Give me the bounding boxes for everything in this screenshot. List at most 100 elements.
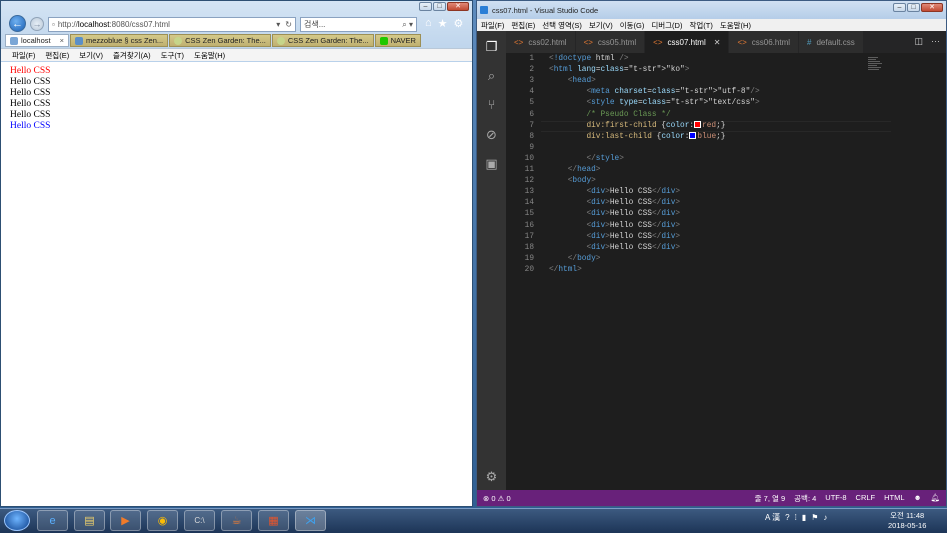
smiley-feedback-icon[interactable]: ☻ bbox=[914, 493, 922, 504]
start-button[interactable] bbox=[4, 510, 30, 531]
close-tab-icon[interactable]: ✕ bbox=[714, 38, 721, 47]
search-icon[interactable]: ⌕ ▾ bbox=[402, 20, 416, 30]
media-player-icon[interactable]: ▶ bbox=[110, 510, 141, 531]
favorites-star-icon[interactable]: ★ bbox=[438, 17, 448, 30]
tab-default-css[interactable]: # default.css bbox=[799, 31, 864, 53]
menu-help[interactable]: 도움말(H) bbox=[720, 20, 751, 31]
menu-favorites[interactable]: 즐겨찾기(A) bbox=[113, 50, 151, 61]
tray-expand-icon[interactable]: ⁞ bbox=[795, 513, 797, 522]
code-line[interactable]: <!doctype html /> bbox=[549, 54, 629, 65]
line-number: 1 bbox=[529, 55, 534, 63]
tab-css06[interactable]: <> css06.html bbox=[729, 31, 800, 53]
code-line[interactable]: </head> bbox=[549, 165, 601, 176]
close-button[interactable]: ✕ bbox=[921, 3, 943, 12]
address-bar[interactable]: ▫ http://localhost:8080/css07.html ▾ ↻ bbox=[48, 17, 296, 32]
problems-indicator[interactable]: ⊗ 0 ⚠ 0 bbox=[483, 494, 511, 503]
menu-edit[interactable]: 편집(E) bbox=[511, 20, 535, 31]
menu-selection[interactable]: 선택 영역(S) bbox=[542, 20, 582, 31]
tab-css07[interactable]: <> css07.html ✕ bbox=[645, 31, 730, 53]
menu-view[interactable]: 보기(V) bbox=[589, 20, 613, 31]
gear-icon[interactable]: ⚙ bbox=[454, 17, 464, 30]
menu-tools[interactable]: 도구(T) bbox=[161, 50, 184, 61]
language-mode[interactable]: HTML bbox=[884, 493, 904, 504]
code-line[interactable]: <html lang=class="t-str">"ko"> bbox=[549, 65, 689, 76]
code-line[interactable]: <style type=class="t-str">"text/css"> bbox=[549, 98, 759, 109]
ime-icon[interactable]: A 漢 bbox=[765, 512, 780, 523]
clock[interactable]: 오전 11:48 2018-05-16 bbox=[888, 511, 926, 531]
extensions-icon[interactable]: ▣ bbox=[484, 156, 499, 171]
code-line[interactable]: div:first-child {color: red;} bbox=[549, 120, 725, 132]
code-line[interactable]: </style> bbox=[549, 154, 623, 165]
menu-help[interactable]: 도움말(H) bbox=[194, 50, 225, 61]
code-line[interactable]: <body> bbox=[549, 176, 596, 187]
maximize-button[interactable]: □ bbox=[907, 3, 920, 12]
menu-go[interactable]: 이동(G) bbox=[620, 20, 645, 31]
code-line[interactable]: <div>Hello CSS</div> bbox=[549, 232, 680, 243]
minimize-button[interactable]: – bbox=[419, 2, 432, 11]
refresh-icon[interactable]: ↻ bbox=[285, 20, 292, 29]
code-editor[interactable]: 1 <!doctype html /> 2 <html lang=class="t-s… bbox=[506, 53, 946, 490]
close-tab-icon[interactable]: × bbox=[60, 36, 64, 45]
search-input[interactable]: 검색... ⌕ ▾ bbox=[300, 17, 417, 32]
flag-icon[interactable]: ⚑ bbox=[811, 513, 818, 522]
menu-edit[interactable]: 편집(E) bbox=[45, 50, 69, 61]
cmd-icon[interactable]: C:\ bbox=[184, 510, 215, 531]
tab-mezzoblue[interactable]: mezzoblue § css Zen... bbox=[70, 34, 169, 47]
back-button[interactable]: ← bbox=[9, 15, 26, 32]
java-icon[interactable]: ☕︎ bbox=[221, 510, 252, 531]
forward-button[interactable]: → bbox=[30, 17, 44, 31]
explorer-files-icon[interactable]: ❐ bbox=[484, 39, 499, 54]
tab-zen-garden-2[interactable]: CSS Zen Garden: The... bbox=[271, 34, 374, 47]
tab-zen-garden-1[interactable]: CSS Zen Garden: The... bbox=[169, 34, 271, 47]
code-line[interactable]: /* Pseudo Class */ bbox=[549, 110, 670, 121]
indentation[interactable]: 공백: 4 bbox=[794, 493, 816, 504]
menu-debug[interactable]: 디버그(D) bbox=[651, 20, 682, 31]
editor-app-icon[interactable]: ▦ bbox=[258, 510, 289, 531]
menu-file[interactable]: 파일(F) bbox=[481, 20, 504, 31]
chrome-icon[interactable]: ◉ bbox=[147, 510, 178, 531]
cursor-position[interactable]: 줄 7, 열 9 bbox=[755, 493, 785, 504]
menu-view[interactable]: 보기(V) bbox=[79, 50, 103, 61]
close-button[interactable]: ✕ bbox=[447, 2, 469, 11]
network-icon[interactable]: ▮ bbox=[802, 513, 806, 522]
menu-file[interactable]: 파일(F) bbox=[12, 50, 35, 61]
vscode-taskbar-icon[interactable]: ⋊ bbox=[295, 510, 326, 531]
minimap[interactable] bbox=[868, 57, 884, 77]
editor-tabs: <> css02.html <> css05.html <> css07.html ✕ … bbox=[506, 31, 946, 53]
code-line[interactable]: <meta charset=class="t-str">"utf-8"/> bbox=[549, 87, 759, 98]
line-number: 20 bbox=[524, 265, 534, 274]
debug-icon[interactable]: ⊘ bbox=[484, 127, 499, 142]
volume-icon[interactable]: ♪ bbox=[823, 513, 827, 522]
code-line[interactable]: </html> bbox=[549, 265, 582, 276]
code-line[interactable]: </body> bbox=[549, 254, 601, 265]
status-bar: ⊗ 0 ⚠ 0 줄 7, 열 9 공백: 4 UTF-8 CRLF HTML ☻… bbox=[477, 490, 946, 506]
bell-icon[interactable]: 🔔︎ bbox=[930, 493, 940, 504]
code-line[interactable]: <head> bbox=[549, 76, 596, 87]
tab-css02[interactable]: <> css02.html bbox=[506, 31, 576, 53]
code-line[interactable]: div:last-child {color: blue;} bbox=[549, 131, 725, 143]
search-icon[interactable]: ⌕ bbox=[484, 68, 499, 83]
explorer-folder-icon[interactable]: ▤ bbox=[74, 510, 105, 531]
more-actions-icon[interactable]: ··· bbox=[931, 36, 940, 47]
tab-localhost[interactable]: localhost × bbox=[5, 34, 69, 47]
source-control-icon[interactable]: ⑂ bbox=[484, 97, 499, 112]
code-line[interactable]: <div>Hello CSS</div> bbox=[549, 243, 680, 254]
tab-label: css05.html bbox=[597, 37, 637, 47]
code-line[interactable]: <div>Hello CSS</div> bbox=[549, 187, 680, 198]
help-icon[interactable]: ? bbox=[785, 513, 789, 522]
split-editor-icon[interactable]: ◫ bbox=[914, 36, 923, 47]
code-line[interactable]: <div>Hello CSS</div> bbox=[549, 221, 680, 232]
minimize-button[interactable]: – bbox=[893, 3, 906, 12]
gear-icon[interactable]: ⚙ bbox=[484, 469, 499, 484]
ie-taskbar-icon[interactable]: e bbox=[37, 510, 68, 531]
code-line[interactable]: <div>Hello CSS</div> bbox=[549, 209, 680, 220]
dropdown-icon[interactable]: ▾ bbox=[276, 20, 280, 29]
maximize-button[interactable]: □ bbox=[433, 2, 446, 11]
menu-tasks[interactable]: 작업(T) bbox=[689, 20, 712, 31]
home-icon[interactable]: ⌂ bbox=[425, 17, 432, 30]
encoding[interactable]: UTF-8 bbox=[825, 493, 846, 504]
tab-css05[interactable]: <> css05.html bbox=[575, 31, 646, 53]
code-line[interactable]: <div>Hello CSS</div> bbox=[549, 198, 680, 209]
line-ending[interactable]: CRLF bbox=[856, 493, 876, 504]
tab-naver[interactable]: NAVER bbox=[374, 34, 421, 47]
